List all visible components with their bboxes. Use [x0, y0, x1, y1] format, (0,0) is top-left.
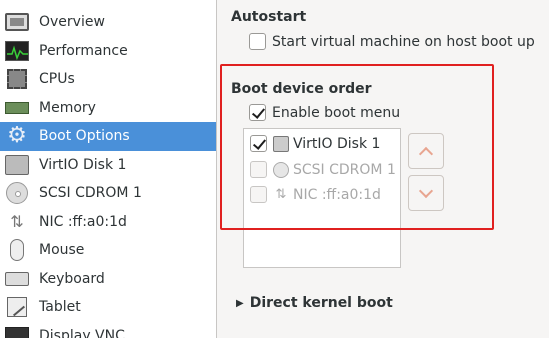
sidebar-item-label: VirtIO Disk 1	[39, 156, 127, 173]
cdrom-icon	[4, 182, 30, 205]
direct-kernel-boot-label: Direct kernel boot	[249, 295, 393, 311]
sidebar-item-label: Overview	[39, 14, 105, 31]
chevron-up-icon	[418, 146, 434, 161]
sidebar-item-label: CPUs	[39, 71, 75, 88]
move-up-button[interactable]	[408, 133, 444, 169]
memory-icon	[4, 97, 30, 119]
boot-device-checkbox[interactable]	[250, 186, 267, 203]
sidebar-item-label: Mouse	[39, 242, 85, 259]
autostart-checkbox-row[interactable]: Start virtual machine on host boot up	[249, 33, 535, 50]
autostart-checkbox[interactable]	[249, 33, 266, 50]
performance-icon	[4, 40, 30, 62]
boot-device-item[interactable]: ⇅ NIC :ff:a0:1d	[250, 186, 381, 203]
boot-device-item[interactable]: VirtIO Disk 1	[250, 135, 380, 152]
boot-device-checkbox[interactable]	[250, 161, 267, 178]
autostart-heading: Autostart	[231, 9, 307, 25]
sidebar-item-mouse[interactable]: Mouse	[0, 236, 216, 265]
sidebar-item-label: Tablet	[39, 299, 81, 316]
sidebar-item-performance[interactable]: Performance	[0, 37, 216, 66]
boot-device-label: NIC :ff:a0:1d	[293, 186, 381, 203]
boot-device-label: VirtIO Disk 1	[293, 135, 381, 152]
direct-kernel-boot-expander[interactable]: ▶ Direct kernel boot	[236, 295, 393, 311]
disk-icon	[273, 135, 289, 152]
sidebar-item-label: Memory	[39, 99, 96, 116]
boot-order-heading: Boot device order	[231, 81, 372, 97]
gear-icon: ⚙	[7, 123, 27, 149]
sidebar-item-nic[interactable]: ⇅ NIC :ff:a0:1d	[0, 208, 216, 237]
chevron-down-icon	[418, 183, 434, 198]
enable-boot-menu-checkbox[interactable]	[249, 104, 266, 121]
enable-boot-menu-label: Enable boot menu	[272, 104, 401, 121]
sidebar-item-memory[interactable]: Memory	[0, 94, 216, 123]
cdrom-icon	[273, 161, 289, 178]
tablet-icon	[4, 296, 30, 318]
overview-icon	[4, 11, 30, 33]
sidebar-item-scsi-cdrom[interactable]: SCSI CDROM 1	[0, 179, 216, 208]
hardware-sidebar: Overview Performance CPUs Memory ⚙ Boot …	[0, 0, 217, 338]
sidebar-item-cpus[interactable]: CPUs	[0, 65, 216, 94]
sidebar-item-virtio-disk[interactable]: VirtIO Disk 1	[0, 151, 216, 180]
cpu-icon	[4, 68, 30, 90]
disk-icon	[4, 154, 30, 176]
sidebar-item-boot-options[interactable]: ⚙ Boot Options	[0, 122, 216, 151]
sidebar-item-tablet[interactable]: Tablet	[0, 293, 216, 322]
sidebar-item-overview[interactable]: Overview	[0, 8, 216, 37]
sidebar-item-label: Keyboard	[39, 270, 105, 287]
sidebar-item-label: SCSI CDROM 1	[39, 185, 142, 202]
autostart-checkbox-label: Start virtual machine on host boot up	[272, 33, 535, 50]
keyboard-icon	[4, 268, 30, 290]
sidebar-item-label: Boot Options	[39, 128, 130, 145]
sidebar-item-display-vnc[interactable]: Display VNC	[0, 322, 216, 338]
network-icon: ⇅	[275, 186, 287, 202]
sidebar-item-keyboard[interactable]: Keyboard	[0, 265, 216, 294]
boot-device-item[interactable]: SCSI CDROM 1	[250, 161, 396, 178]
mouse-icon	[4, 239, 30, 262]
move-down-button[interactable]	[408, 175, 444, 211]
sidebar-item-label: Performance	[39, 42, 128, 59]
sidebar-item-label: NIC :ff:a0:1d	[39, 213, 127, 230]
sidebar-item-label: Display VNC	[39, 327, 125, 338]
boot-device-checkbox[interactable]	[250, 135, 267, 152]
expander-arrow-icon: ▶	[236, 297, 244, 309]
enable-boot-menu-row[interactable]: Enable boot menu	[249, 104, 400, 121]
boot-device-list: VirtIO Disk 1 SCSI CDROM 1 ⇅ NIC :ff:a0:…	[243, 128, 401, 268]
display-icon	[4, 325, 30, 338]
network-icon: ⇅	[10, 212, 24, 232]
boot-device-label: SCSI CDROM 1	[293, 161, 396, 178]
